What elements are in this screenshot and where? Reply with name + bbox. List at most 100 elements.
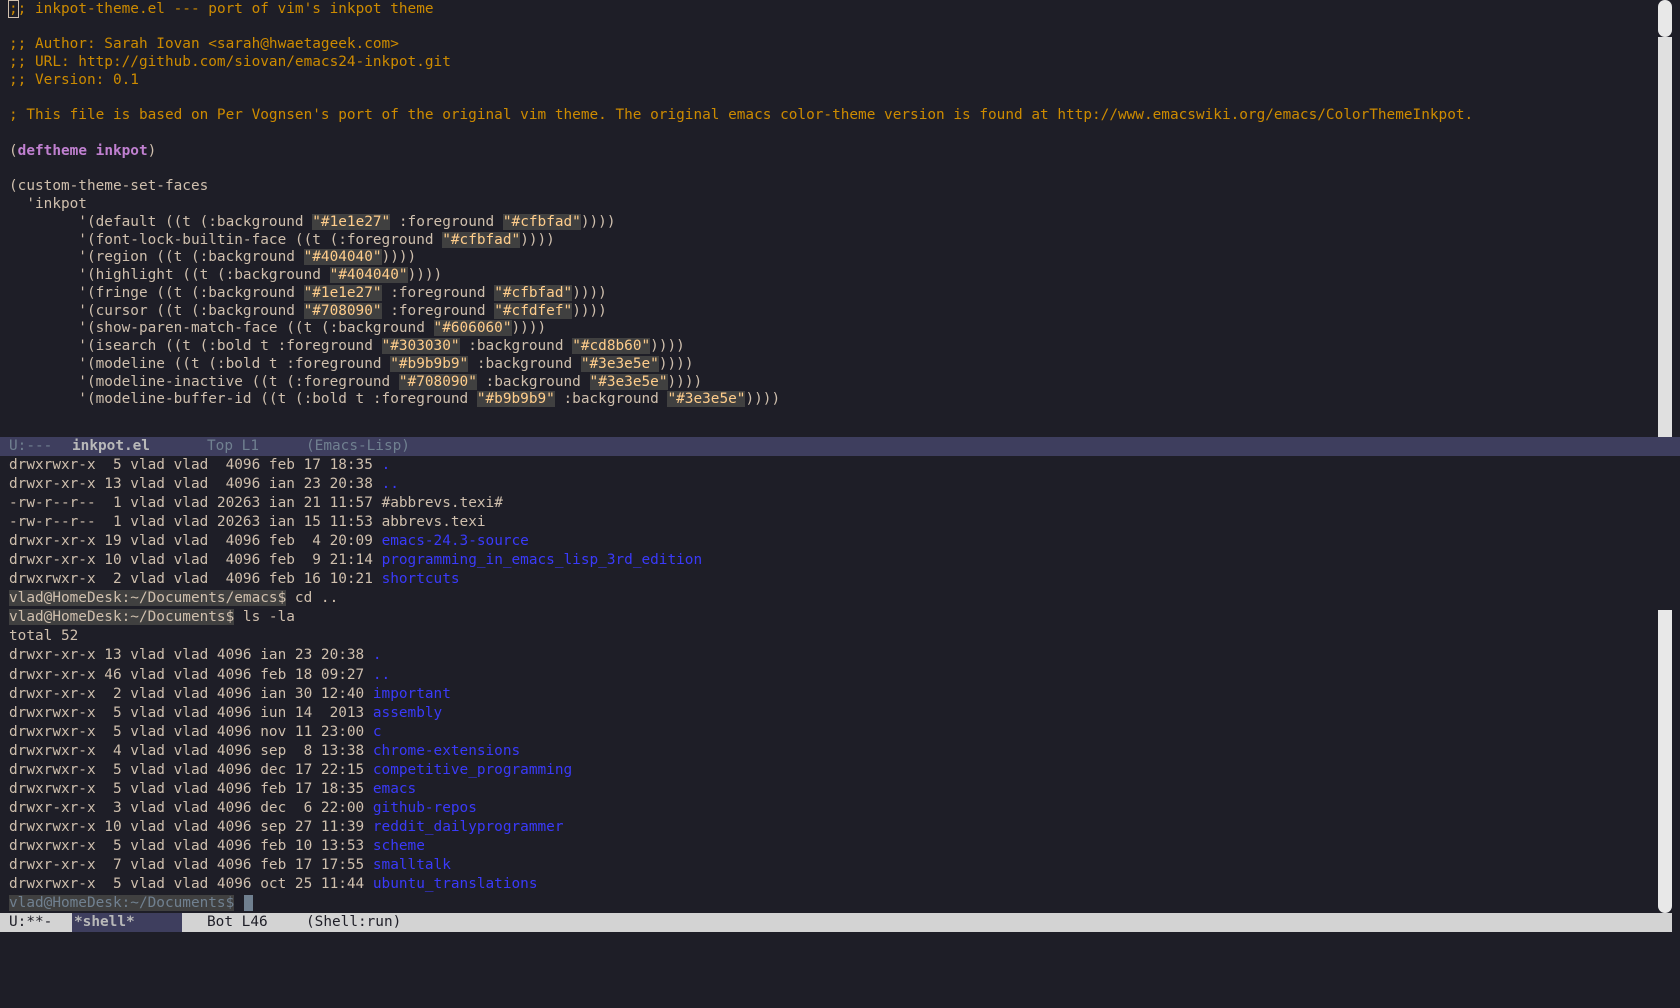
listing-meta: drwxrwxr-x 5 vlad vlad 4096 iun 14 2013 xyxy=(9,705,373,721)
modeline-buffer-name[interactable]: *shell* xyxy=(72,913,182,932)
text-cursor: ; xyxy=(8,0,19,18)
string: "#3e3e5e" xyxy=(667,391,746,407)
listing-meta: drwxr-xr-x 10 vlad vlad 4096 feb 9 21:14 xyxy=(9,552,382,568)
listing-row: drwxr-xr-x 46 vlad vlad 4096 feb 18 09:2… xyxy=(9,666,390,685)
listing-dir-name[interactable]: reddit_dailyprogrammer xyxy=(373,819,564,835)
listing-dir-name[interactable]: emacs xyxy=(373,781,416,797)
modeline-position: Bot L46 xyxy=(207,914,268,930)
code: )))) xyxy=(572,303,607,319)
string: "#303030" xyxy=(381,338,460,354)
listing-row: drwxr-xr-x 3 vlad vlad 4096 dec 6 22:00 … xyxy=(9,799,477,818)
face-highlight: '(highlight ((t (:background "#404040"))… xyxy=(9,266,442,285)
code: '(region ((t (:background xyxy=(9,249,304,265)
listing-dir-name[interactable]: .. xyxy=(373,667,390,683)
shell-command: cd .. xyxy=(286,590,339,606)
listing-row: drwxr-xr-x 13 vlad vlad 4096 ian 23 20:3… xyxy=(9,475,399,494)
code: '(cursor ((t (:background xyxy=(9,303,304,319)
listing-row: drwxrwxr-x 5 vlad vlad 4096 iun 14 2013 … xyxy=(9,704,442,723)
string: "#b9b9b9" xyxy=(476,391,555,407)
minibuffer[interactable] xyxy=(0,932,1680,963)
listing-meta: drwxrwxr-x 10 vlad vlad 4096 sep 27 11:3… xyxy=(9,819,373,835)
listing-meta: drwxrwxr-x 5 vlad vlad 4096 nov 11 23:00 xyxy=(9,724,373,740)
editor-scrollbar-thumb[interactable] xyxy=(1658,0,1672,37)
shell-scrollbar-track[interactable] xyxy=(1660,456,1672,610)
code: '(font-lock-builtin-face ((t (:foregroun… xyxy=(9,232,443,248)
code: )))) xyxy=(650,338,685,354)
editor-scrollbar-track[interactable] xyxy=(1658,37,1672,437)
listing-row: drwxrwxr-x 5 vlad vlad 4096 feb 10 13:53… xyxy=(9,837,425,856)
theme-quote-line: 'inkpot xyxy=(9,196,87,212)
face-modeline: '(modeline ((t (:bold t :foreground "#b9… xyxy=(9,355,693,374)
listing-row: drwxr-xr-x 2 vlad vlad 4096 ian 30 12:40… xyxy=(9,685,451,704)
listing-dir-name[interactable]: smalltalk xyxy=(373,857,451,873)
listing-meta: drwxr-xr-x 13 vlad vlad 4096 ian 23 20:3… xyxy=(9,647,373,663)
listing-meta: drwxrwxr-x 5 vlad vlad 4096 oct 25 11:44 xyxy=(9,876,373,892)
code: '(modeline-buffer-id ((t (:bold t :foreg… xyxy=(9,391,477,407)
listing-meta: drwxr-xr-x 46 vlad vlad 4096 feb 18 09:2… xyxy=(9,667,373,683)
listing-dir-name[interactable]: important xyxy=(373,686,451,702)
listing-meta: drwxrwxr-x 5 vlad vlad 4096 feb 17 18:35 xyxy=(9,457,382,473)
code: :foreground xyxy=(381,303,495,319)
code: '(show-paren-match-face ((t (:background xyxy=(9,320,434,336)
listing-dir-name[interactable]: .. xyxy=(382,476,399,492)
listing-dir-name[interactable]: . xyxy=(373,647,382,663)
listing-dir-name[interactable]: ubuntu_translations xyxy=(373,876,538,892)
shell-scrollbar[interactable] xyxy=(1658,456,1672,913)
shell-command: ls -la xyxy=(234,609,295,625)
listing-meta: drwxrwxr-x 5 vlad vlad 4096 dec 17 22:15 xyxy=(9,762,373,778)
listing-dir-name[interactable]: chrome-extensions xyxy=(373,743,520,759)
listing-meta: drwxr-xr-x 2 vlad vlad 4096 ian 30 12:40 xyxy=(9,686,373,702)
description-comment: ; This file is based on Per Vognsen's po… xyxy=(9,107,1474,123)
url-comment: ;; URL: http://github.com/siovan/emacs24… xyxy=(9,54,451,70)
code: '(modeline ((t (:bold t :foreground xyxy=(9,356,391,372)
string: "#cfbfad" xyxy=(494,285,573,301)
listing-dir-name[interactable]: emacs-24.3-source xyxy=(382,533,529,549)
listing-row: -rw-r--r-- 1 vlad vlad 20263 ian 21 11:5… xyxy=(9,494,503,513)
string: "#708090" xyxy=(303,303,382,319)
listing-meta: -rw-r--r-- 1 vlad vlad 20263 ian 21 11:5… xyxy=(9,495,382,511)
listing-meta: drwxrwxr-x 4 vlad vlad 4096 sep 8 13:38 xyxy=(9,743,373,759)
editor-scrollbar[interactable] xyxy=(1658,0,1672,437)
code: '(fringe ((t (:background xyxy=(9,285,304,301)
listing-file-name: abbrevs.texi xyxy=(381,514,486,530)
string: "#3e3e5e" xyxy=(580,356,659,372)
string: "#404040" xyxy=(303,249,382,265)
listing-row: drwxr-xr-x 7 vlad vlad 4096 feb 17 17:55… xyxy=(9,856,451,875)
code: '(modeline-inactive ((t (:foreground xyxy=(9,374,399,390)
code: '(highlight ((t (:background xyxy=(9,267,330,283)
listing-dir-name[interactable]: competitive_programming xyxy=(373,762,572,778)
listing-dir-name[interactable]: scheme xyxy=(373,838,425,854)
listing-meta: drwxrwxr-x 5 vlad vlad 4096 feb 10 13:53 xyxy=(9,838,373,854)
listing-dir-name[interactable]: assembly xyxy=(373,705,442,721)
string: "#b9b9b9" xyxy=(390,356,469,372)
string: "#3e3e5e" xyxy=(589,374,668,390)
author-comment: ;; Author: Sarah Iovan <sarah@hwaetageek… xyxy=(9,36,399,52)
shell-scrollbar-thumb[interactable] xyxy=(1658,610,1672,913)
listing-dir-name[interactable]: github-repos xyxy=(373,800,477,816)
listing-dir-name[interactable]: programming_in_emacs_lisp_3rd_edition xyxy=(382,552,703,568)
modeline-shell: U:**- *shell* Bot L46 (Shell:run) xyxy=(0,913,1672,932)
string: "#404040" xyxy=(329,267,408,283)
header-comment-rest: ; inkpot-theme.el --- port of vim's inkp… xyxy=(17,1,434,17)
shell-input[interactable] xyxy=(244,895,253,911)
code: :foreground xyxy=(390,214,503,230)
listing-row: drwxr-xr-x 10 vlad vlad 4096 feb 9 21:14… xyxy=(9,551,702,570)
deftheme-keyword: deftheme xyxy=(17,143,87,159)
listing-dir-name[interactable]: c xyxy=(373,724,382,740)
listing-dir-name[interactable]: . xyxy=(382,457,391,473)
listing-dir-name[interactable]: shortcuts xyxy=(382,571,460,587)
modeline-mode[interactable]: (Emacs-Lisp) xyxy=(306,437,410,456)
custom-theme-set-faces-line: (custom-theme-set-faces xyxy=(9,178,209,194)
face-show-paren: '(show-paren-match-face ((t (:background… xyxy=(9,319,546,338)
code: )))) xyxy=(745,391,781,407)
listing-row: drwxrwxr-x 5 vlad vlad 4096 oct 25 11:44… xyxy=(9,875,538,894)
code: )))) xyxy=(511,320,547,336)
paren: ( xyxy=(9,143,18,159)
code: )))) xyxy=(667,374,703,390)
modeline-buffer-name[interactable]: inkpot.el xyxy=(72,437,150,456)
modeline-mode[interactable]: (Shell:run) xyxy=(306,913,401,932)
string: "#cfbfad" xyxy=(442,232,521,248)
listing-row: drwxr-xr-x 19 vlad vlad 4096 feb 4 20:09… xyxy=(9,532,529,551)
version-comment: ;; Version: 0.1 xyxy=(9,72,139,88)
face-isearch: '(isearch ((t (:bold t :foreground "#303… xyxy=(9,337,685,356)
